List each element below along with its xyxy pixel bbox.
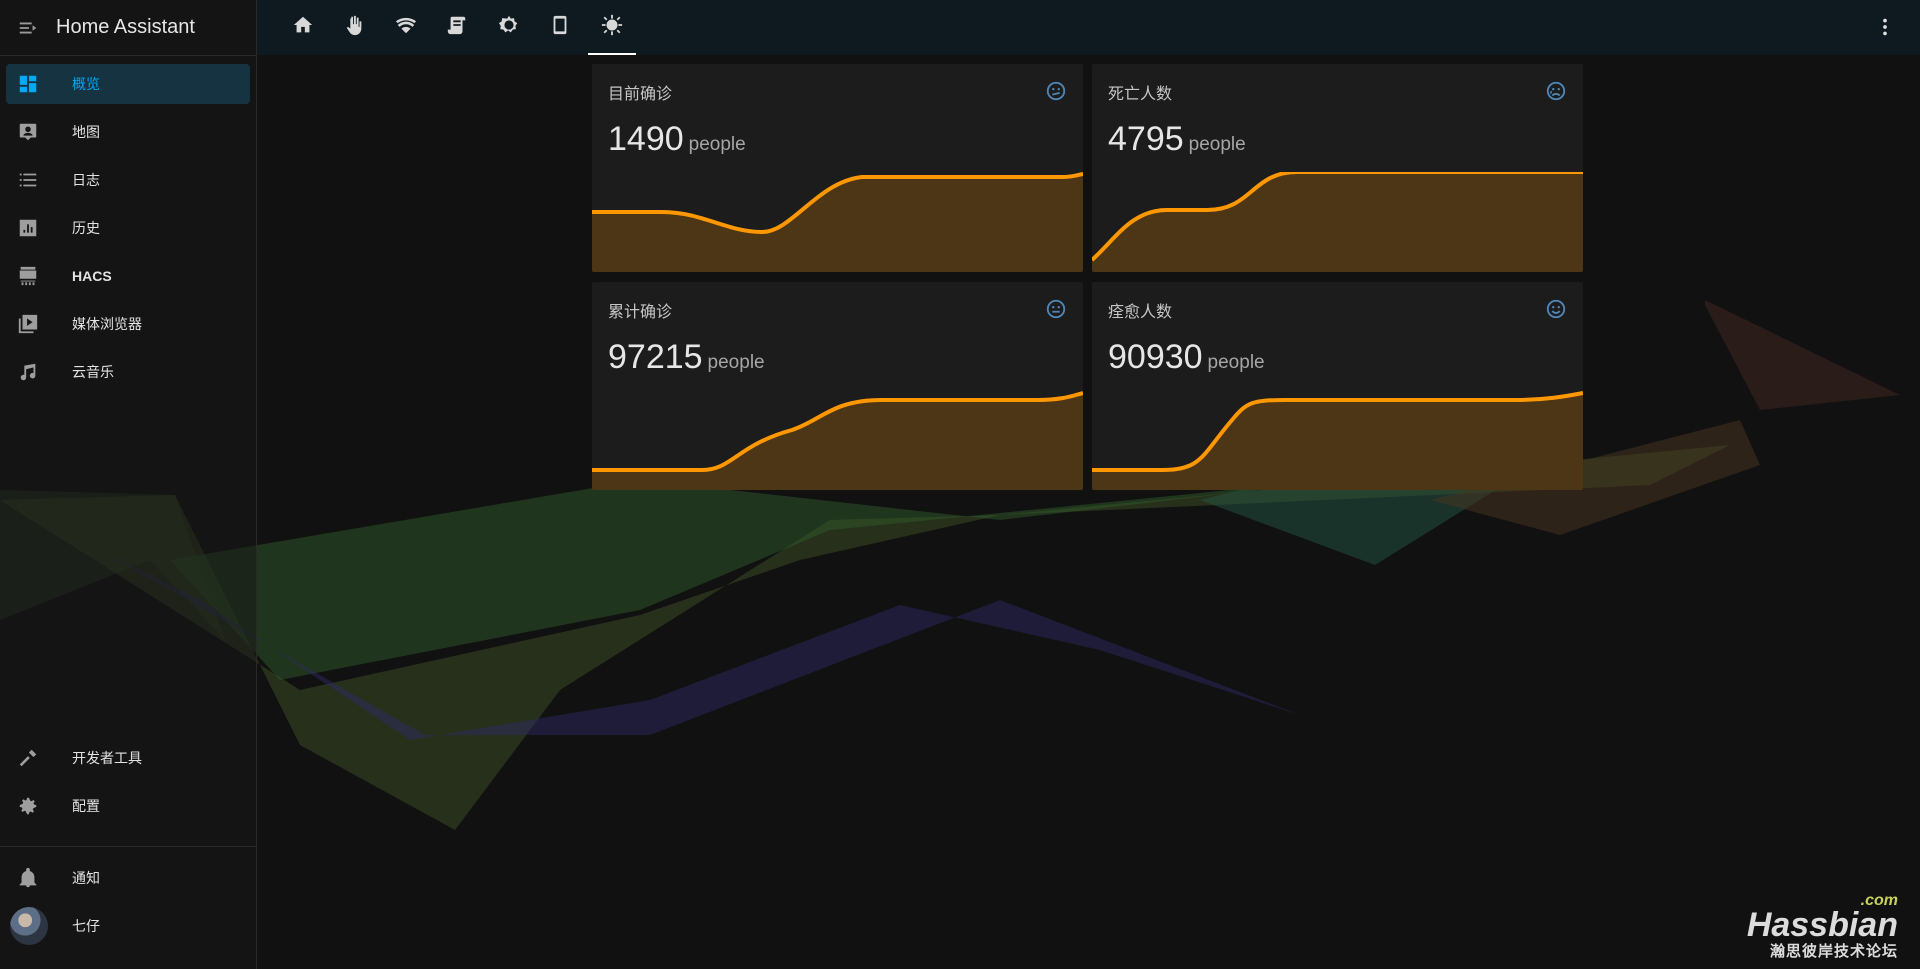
sidebar-item-overview[interactable]: 概览 <box>6 64 250 104</box>
bell-icon <box>6 867 50 889</box>
card-unit: people <box>1188 134 1246 155</box>
map-account-icon <box>6 121 50 143</box>
watermark-subtitle: 瀚思彼岸技术论坛 <box>1769 943 1898 960</box>
emoticon-cry-icon <box>1545 80 1567 107</box>
app-title: Home Assistant <box>56 16 195 38</box>
emoticon-confused-icon <box>1045 80 1067 107</box>
card-title: 死亡人数 <box>1108 86 1173 103</box>
home-icon <box>292 14 314 41</box>
hacs-icon <box>6 265 50 287</box>
sparkline-graph <box>592 391 1083 490</box>
sidebar: Home Assistant 概览 地图 日志 历史 HACS 媒体浏览器 云音… <box>0 0 257 969</box>
sidebar-item-profile[interactable]: 七仔 <box>6 906 250 946</box>
card-unit: people <box>688 134 746 155</box>
card-value: 4795 <box>1108 120 1184 158</box>
sidebar-header: Home Assistant <box>0 0 256 56</box>
settings-icon <box>498 14 520 41</box>
sidebar-item-notifications[interactable]: 通知 <box>6 858 250 898</box>
card-unit: people <box>707 352 765 373</box>
sidebar-item-history[interactable]: 历史 <box>6 208 250 248</box>
sensor-card-total-confirmed[interactable]: 累计确诊 97215 people <box>592 282 1083 490</box>
top-toolbar <box>257 0 1920 55</box>
card-unit: people <box>1207 352 1265 373</box>
play-box-multiple-icon <box>6 313 50 335</box>
music-note-icon <box>6 361 50 383</box>
sidebar-item-developer-tools[interactable]: 开发者工具 <box>6 738 250 778</box>
card-value: 1490 <box>608 120 684 158</box>
avatar <box>10 907 48 945</box>
card-value: 97215 <box>608 338 703 376</box>
user-name: 七仔 <box>72 918 100 934</box>
watermark: .com Hassbian 瀚思彼岸技术论坛 <box>1747 892 1898 961</box>
card-title: 痊愈人数 <box>1108 304 1173 321</box>
hammer-icon <box>6 747 50 769</box>
watermark-name: Hassbian <box>1746 906 1898 944</box>
view-tabs <box>277 0 638 55</box>
tab-tablet[interactable] <box>535 0 587 55</box>
tab-script[interactable] <box>432 0 484 55</box>
wifi-icon <box>395 14 417 41</box>
sidebar-item-hacs[interactable]: HACS <box>6 256 250 296</box>
card-value: 90930 <box>1108 338 1203 376</box>
virus-icon <box>601 14 623 41</box>
card-title: 目前确诊 <box>608 86 673 103</box>
sidebar-item-label: 日志 <box>72 172 100 188</box>
sparkline-graph <box>1092 172 1583 272</box>
chart-box-icon <box>6 217 50 239</box>
sensor-card-current-confirmed[interactable]: 目前确诊 1490 people <box>592 64 1083 272</box>
tab-virus[interactable] <box>586 0 638 55</box>
sidebar-item-label: 历史 <box>72 220 100 236</box>
sidebar-item-label: 开发者工具 <box>72 750 142 766</box>
tab-home[interactable] <box>277 0 329 55</box>
sidebar-item-label: 配置 <box>72 798 100 814</box>
gear-icon <box>6 795 50 817</box>
sidebar-nav: 概览 地图 日志 历史 HACS 媒体浏览器 云音乐 <box>0 56 256 392</box>
sidebar-item-logbook[interactable]: 日志 <box>6 160 250 200</box>
emoticon-neutral-icon <box>1045 298 1067 325</box>
dashboard-icon <box>6 73 50 95</box>
card-title: 累计确诊 <box>608 304 673 321</box>
sidebar-item-map[interactable]: 地图 <box>6 112 250 152</box>
tab-settings[interactable] <box>483 0 535 55</box>
sidebar-item-media-browser[interactable]: 媒体浏览器 <box>6 304 250 344</box>
emoticon-happy-icon <box>1545 298 1567 325</box>
sidebar-item-music[interactable]: 云音乐 <box>6 352 250 392</box>
sidebar-item-config[interactable]: 配置 <box>6 786 250 826</box>
sidebar-user-area: 通知 七仔 <box>0 858 256 954</box>
tablet-icon <box>549 14 571 41</box>
sensor-card-recovered[interactable]: 痊愈人数 90930 people <box>1092 282 1583 490</box>
sidebar-item-label: 通知 <box>72 870 100 886</box>
menu-open-icon[interactable] <box>0 0 56 55</box>
sidebar-item-label: 概览 <box>72 76 100 92</box>
sidebar-item-label: 媒体浏览器 <box>72 316 142 332</box>
format-list-bulleted-icon <box>6 169 50 191</box>
sidebar-item-label: 地图 <box>72 124 100 140</box>
sidebar-item-label: HACS <box>72 268 112 284</box>
sensor-card-deaths[interactable]: 死亡人数 4795 people <box>1092 64 1583 272</box>
sparkline-graph <box>592 172 1083 272</box>
dots-vertical-icon[interactable] <box>1874 16 1896 43</box>
sidebar-divider <box>0 846 256 847</box>
sidebar-bottom: 开发者工具 配置 <box>0 738 256 834</box>
sparkline-graph <box>1092 391 1583 490</box>
tab-wifi[interactable] <box>380 0 432 55</box>
hand-icon <box>343 14 365 41</box>
script-icon <box>446 14 468 41</box>
sidebar-item-label: 云音乐 <box>72 364 114 380</box>
tab-hand[interactable] <box>329 0 381 55</box>
